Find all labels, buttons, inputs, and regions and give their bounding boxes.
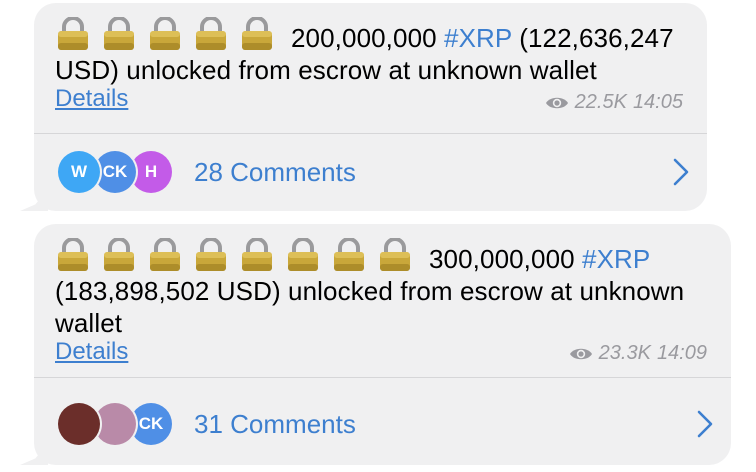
lock-icon bbox=[101, 238, 137, 272]
lock-icon bbox=[147, 17, 183, 51]
divider bbox=[34, 377, 731, 378]
lock-icon bbox=[239, 17, 275, 51]
lock-icon bbox=[147, 238, 183, 272]
chevron-right-icon bbox=[673, 158, 689, 186]
amount: 200,000,000 bbox=[291, 23, 437, 53]
comments-label: 31 Comments bbox=[194, 409, 356, 439]
message-text: 300,000,000 #XRP (183,898,502 USD) unloc… bbox=[55, 238, 715, 339]
message-meta: 23.3K 14:09 bbox=[569, 342, 707, 365]
eye-icon bbox=[569, 348, 592, 359]
message-time: 14:09 bbox=[656, 342, 707, 364]
comments-button[interactable]: CK 31 Comments bbox=[34, 388, 731, 458]
message-body: (183,898,502 USD) unlocked from escrow a… bbox=[55, 276, 685, 338]
details-link[interactable]: Details bbox=[55, 85, 128, 113]
amount: 300,000,000 bbox=[429, 244, 575, 274]
avatar: CK bbox=[94, 151, 136, 193]
chevron-right-icon bbox=[697, 410, 713, 438]
lock-icon bbox=[331, 238, 367, 272]
comments-label: 28 Comments bbox=[194, 157, 356, 187]
lock-icons bbox=[55, 17, 285, 51]
lock-icon bbox=[239, 238, 275, 272]
commenter-avatars: CK bbox=[58, 403, 188, 445]
avatar: H bbox=[130, 151, 172, 193]
avatar bbox=[58, 403, 100, 445]
details-link[interactable]: Details bbox=[55, 338, 128, 366]
message-bubble: 300,000,000 #XRP (183,898,502 USD) unloc… bbox=[20, 224, 731, 465]
lock-icon bbox=[193, 238, 229, 272]
message-meta: 22.5K 14:05 bbox=[545, 91, 683, 114]
lock-icon bbox=[193, 17, 229, 51]
commenter-avatars: W CK H bbox=[58, 151, 188, 193]
message-text: 200,000,000 #XRP (122,636,247 USD) unloc… bbox=[55, 17, 691, 86]
divider bbox=[34, 133, 707, 134]
message-time: 14:05 bbox=[632, 91, 683, 113]
lock-icons bbox=[55, 238, 423, 272]
view-count: 23.3K bbox=[598, 342, 651, 364]
hashtag-link[interactable]: #XRP bbox=[444, 23, 512, 53]
lock-icon bbox=[285, 238, 321, 272]
avatar: CK bbox=[130, 403, 172, 445]
lock-icon bbox=[55, 17, 91, 51]
avatar bbox=[94, 403, 136, 445]
eye-icon bbox=[545, 97, 568, 108]
comments-button[interactable]: W CK H 28 Comments bbox=[34, 136, 707, 206]
avatar: W bbox=[58, 151, 100, 193]
lock-icon bbox=[101, 17, 137, 51]
message-bubble: 200,000,000 #XRP (122,636,247 USD) unloc… bbox=[20, 3, 707, 211]
lock-icon bbox=[55, 238, 91, 272]
hashtag-link[interactable]: #XRP bbox=[582, 244, 650, 274]
view-count: 22.5K bbox=[574, 91, 627, 113]
lock-icon bbox=[377, 238, 413, 272]
